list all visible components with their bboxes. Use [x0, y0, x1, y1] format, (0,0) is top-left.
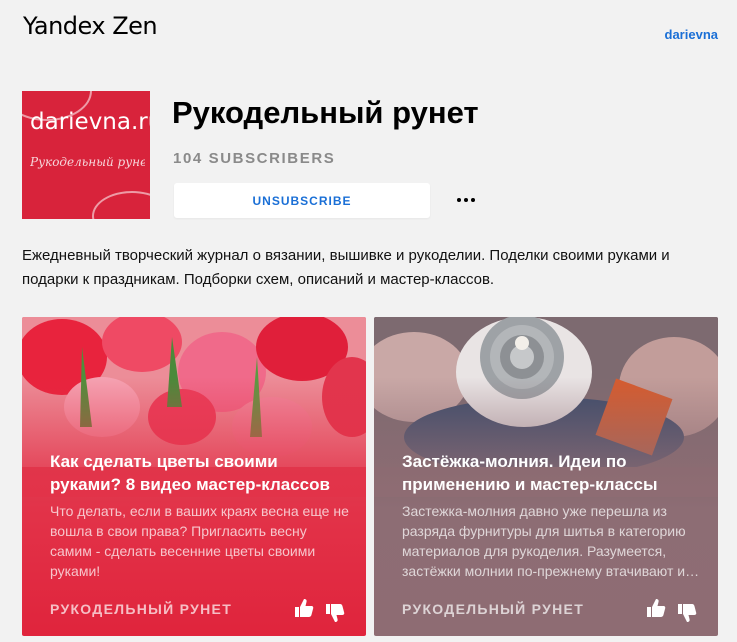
like-icon[interactable] — [645, 597, 667, 619]
subscriber-count: 104 SUBSCRIBERS — [173, 150, 336, 167]
unsubscribe-button[interactable]: UNSUBSCRIBE — [174, 183, 430, 218]
dislike-icon[interactable] — [324, 602, 346, 624]
article-snippet: Что делать, если в ваших краях весна еще… — [50, 503, 349, 579]
avatar-decoration — [92, 191, 150, 219]
more-icon[interactable] — [454, 190, 478, 210]
logo-zen-text: Zen — [112, 12, 158, 40]
top-bar: Yandex Zen darievna — [0, 0, 737, 60]
yandex-zen-logo[interactable]: Yandex Zen — [23, 12, 158, 40]
article-source[interactable]: РУКОДЕЛЬНЫЙ РУНЕТ — [402, 601, 584, 617]
logo-yandex-text: Yandex — [23, 12, 106, 40]
avatar-site-text: darievna.ru — [30, 109, 150, 135]
dislike-icon[interactable] — [676, 602, 698, 624]
avatar-script-line-1: Рукодельный рунет — [30, 155, 145, 169]
more-dot — [464, 198, 468, 202]
channel-avatar: darievna.ru Рукодельный рунет — [22, 91, 150, 219]
article-snippet: Застежка-молния давно уже перешла из раз… — [402, 503, 700, 579]
article-card[interactable]: Застёжка-молния. Идеи по применению и ма… — [374, 317, 718, 636]
user-profile-link[interactable]: darievna — [665, 27, 718, 42]
article-title[interactable]: Застёжка-молния. Идеи по применению и ма… — [402, 450, 702, 496]
article-source[interactable]: РУКОДЕЛЬНЫЙ РУНЕТ — [50, 601, 232, 617]
article-card[interactable]: Как сделать цветы своими руками? 8 видео… — [22, 317, 366, 636]
more-dot — [471, 198, 475, 202]
article-title[interactable]: Как сделать цветы своими руками? 8 видео… — [50, 450, 350, 496]
more-dot — [457, 198, 461, 202]
channel-title: Рукодельный рунет — [172, 95, 479, 130]
channel-description: Ежедневный творческий журнал о вязании, … — [22, 247, 670, 288]
like-icon[interactable] — [293, 597, 315, 619]
